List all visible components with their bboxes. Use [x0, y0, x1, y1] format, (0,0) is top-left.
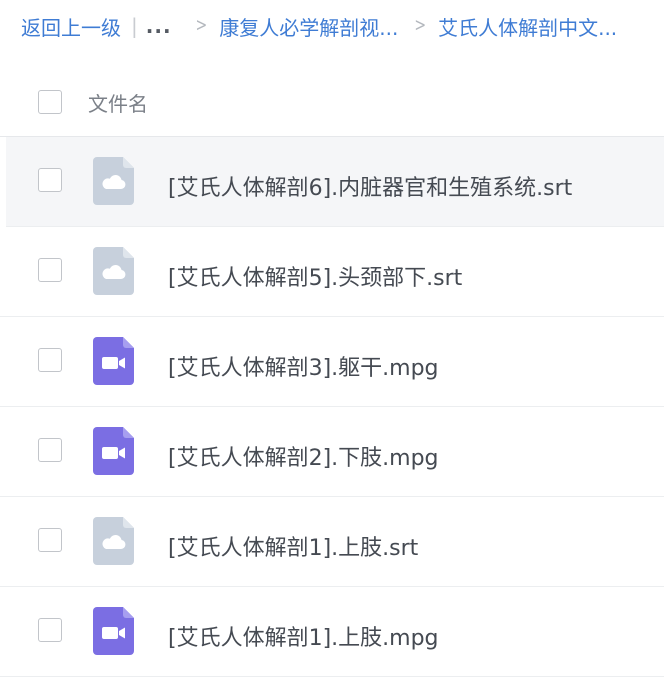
file-checkbox[interactable]	[38, 618, 62, 642]
file-name[interactable]: [艾氏人体解剖1].上肢.mpg	[168, 620, 439, 652]
file-name[interactable]: [艾氏人体解剖5].头颈部下.srt	[168, 260, 462, 292]
cloud-file-icon	[93, 247, 134, 295]
file-browser: 返回上一级 | ... > 康复人必学解剖视... > 艾氏人体解剖中文... …	[0, 0, 664, 678]
file-list: [艾氏人体解剖6].内脏器官和生殖系统.srt [艾氏人体解剖5].头颈部下.s…	[0, 137, 664, 677]
file-row[interactable]: [艾氏人体解剖3].躯干.mpg	[0, 317, 664, 407]
breadcrumb-ellipsis[interactable]: ...	[146, 14, 172, 38]
file-checkbox[interactable]	[38, 348, 62, 372]
file-checkbox[interactable]	[38, 168, 62, 192]
file-row[interactable]: [艾氏人体解剖1].上肢.srt	[0, 497, 664, 587]
video-file-icon	[93, 427, 134, 475]
file-checkbox[interactable]	[38, 438, 62, 462]
video-file-icon	[93, 607, 134, 655]
breadcrumb-folder-current[interactable]: 艾氏人体解剖中文...	[438, 12, 617, 41]
select-all-checkbox[interactable]	[38, 90, 62, 114]
cloud-file-icon	[93, 517, 134, 565]
file-checkbox[interactable]	[38, 258, 62, 282]
file-row[interactable]: [艾氏人体解剖5].头颈部下.srt	[0, 227, 664, 317]
video-file-icon	[93, 337, 134, 385]
file-name[interactable]: [艾氏人体解剖3].躯干.mpg	[168, 350, 439, 382]
file-row[interactable]: [艾氏人体解剖6].内脏器官和生殖系统.srt	[6, 137, 664, 227]
chevron-right-icon: >	[414, 15, 427, 37]
file-name[interactable]: [艾氏人体解剖6].内脏器官和生殖系统.srt	[168, 170, 572, 202]
breadcrumb-folder-parent[interactable]: 康复人必学解剖视...	[219, 12, 398, 41]
file-checkbox[interactable]	[38, 528, 62, 552]
column-header-filename[interactable]: 文件名	[88, 88, 148, 117]
breadcrumb: 返回上一级 | ... > 康复人必学解剖视... > 艾氏人体解剖中文...	[0, 0, 664, 52]
file-row[interactable]: [艾氏人体解剖1].上肢.mpg	[0, 587, 664, 677]
chevron-right-icon: >	[195, 15, 208, 37]
file-list-header: 文件名	[0, 52, 664, 137]
back-link[interactable]: 返回上一级	[21, 12, 121, 41]
file-name[interactable]: [艾氏人体解剖2].下肢.mpg	[168, 440, 439, 472]
file-name[interactable]: [艾氏人体解剖1].上肢.srt	[168, 530, 418, 562]
breadcrumb-divider: |	[131, 14, 138, 38]
cloud-file-icon	[93, 157, 134, 205]
file-row[interactable]: [艾氏人体解剖2].下肢.mpg	[0, 407, 664, 497]
